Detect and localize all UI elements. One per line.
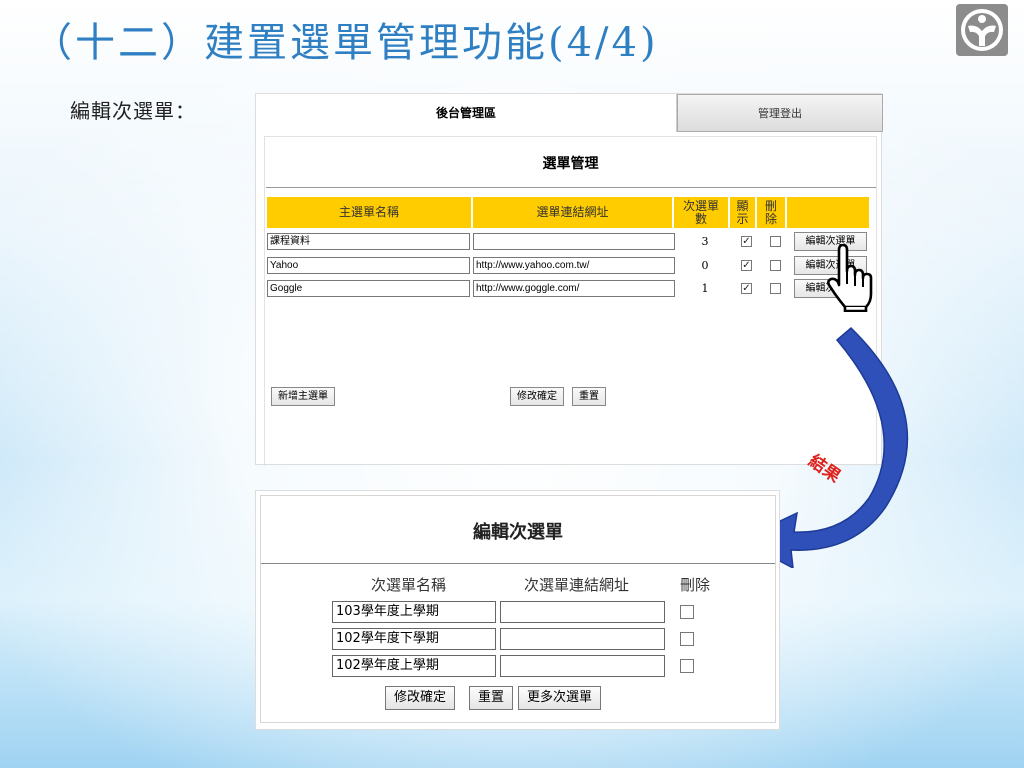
delete-checkbox[interactable] <box>770 260 781 271</box>
link-input[interactable]: http://www.goggle.com/ <box>473 280 675 297</box>
main-name-input[interactable]: Goggle <box>267 280 470 297</box>
divider <box>261 563 775 564</box>
delete-checkbox[interactable] <box>680 659 694 673</box>
sub-name-input[interactable]: 103學年度上學期 <box>332 601 496 623</box>
confirm-button[interactable]: 修改確定 <box>510 387 564 406</box>
admin-topbar: 後台管理區 管理登出 <box>256 94 883 132</box>
divider <box>266 187 876 188</box>
show-checkbox[interactable]: ✓ <box>741 283 752 294</box>
sub-count: 0 <box>701 259 709 272</box>
delete-checkbox[interactable] <box>770 236 781 247</box>
header-sub-count: 次選單數 <box>674 197 728 228</box>
reset-button[interactable]: 重置 <box>469 686 514 710</box>
header-delete: 刪除 <box>757 197 785 228</box>
panel-title: 選單管理 <box>542 156 599 172</box>
confirm-button[interactable]: 修改確定 <box>385 686 456 710</box>
sub-name-input[interactable]: 102學年度下學期 <box>332 628 496 650</box>
admin-area-title: 後台管理區 <box>256 94 677 132</box>
link-input[interactable]: http://www.yahoo.com.tw/ <box>473 257 675 274</box>
result-title: 編輯次選單 <box>473 522 563 543</box>
slide-title: （十二）建置選單管理功能(4/4) <box>32 20 659 66</box>
delete-checkbox[interactable] <box>680 632 694 646</box>
header-action <box>787 197 869 228</box>
sub-count: 1 <box>701 282 709 295</box>
link-input[interactable] <box>473 233 675 250</box>
show-checkbox[interactable]: ✓ <box>741 236 752 247</box>
add-main-menu-button[interactable]: 新增主選單 <box>271 387 335 406</box>
sub-count: 3 <box>701 235 709 248</box>
edit-submenu-screenshot: 編輯次選單 次選單名稱 次選單連結網址 刪除 103學年度上學期 102學年度下… <box>255 490 780 730</box>
delete-checkbox[interactable] <box>770 283 781 294</box>
sub-link-input[interactable] <box>500 601 665 623</box>
main-name-input[interactable]: Yahoo <box>267 257 470 274</box>
more-submenu-button[interactable]: 更多次選單 <box>518 686 602 710</box>
delete-checkbox[interactable] <box>680 605 694 619</box>
subtitle: 編輯次選單： <box>70 99 196 123</box>
header-sub-delete: 刪除 <box>680 576 711 594</box>
logo-icon <box>956 4 1008 56</box>
main-name-input[interactable]: 課程資料 <box>267 233 470 250</box>
show-checkbox[interactable]: ✓ <box>741 260 752 271</box>
sub-name-input[interactable]: 102學年度上學期 <box>332 655 496 677</box>
header-show: 顯示 <box>730 197 755 228</box>
sub-link-input[interactable] <box>500 628 665 650</box>
sub-link-input[interactable] <box>500 655 665 677</box>
header-link: 選單連結網址 <box>473 197 672 228</box>
header-sub-name: 次選單名稱 <box>371 576 447 594</box>
header-sub-link: 次選單連結網址 <box>524 576 630 594</box>
hand-cursor-icon <box>827 244 873 312</box>
logout-button[interactable]: 管理登出 <box>677 94 883 132</box>
header-main-name: 主選單名稱 <box>267 197 471 228</box>
reset-button[interactable]: 重置 <box>572 387 606 406</box>
